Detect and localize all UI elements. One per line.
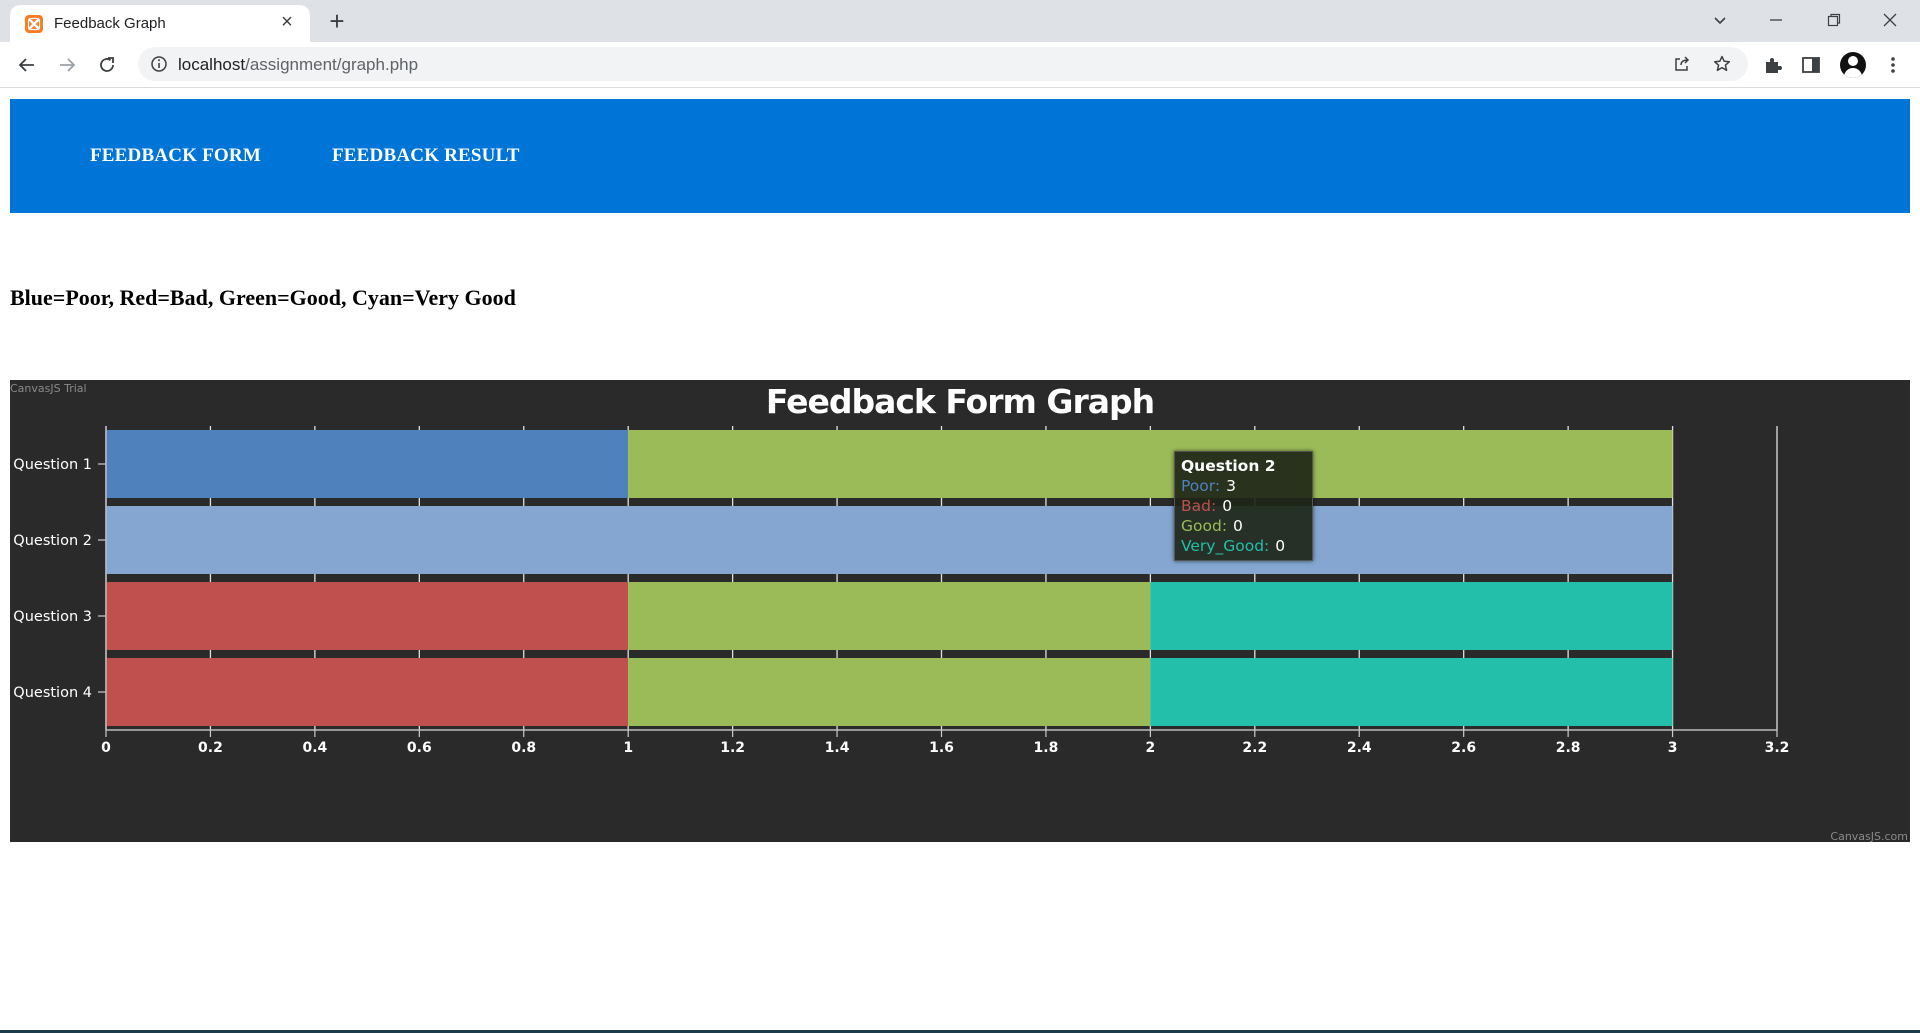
x-tick-label: 2.4 — [1347, 740, 1372, 756]
x-tick-label: 2.6 — [1451, 740, 1476, 756]
close-window-icon[interactable] — [1862, 0, 1918, 40]
bar-segment — [628, 430, 1673, 498]
site-info-icon[interactable] — [150, 55, 168, 73]
tooltip-row-value: 3 — [1226, 477, 1236, 495]
bar-segment — [106, 582, 629, 650]
site-navbar: FEEDBACK FORM FEEDBACK RESULT — [10, 99, 1910, 213]
chart-bars — [106, 430, 1673, 726]
tab-title: Feedback Graph — [54, 15, 166, 32]
tooltip-title: Question 2 — [1181, 457, 1276, 475]
side-panel-icon[interactable] — [1800, 54, 1822, 76]
tooltip-row: Very_Good: 0 — [1181, 536, 1306, 556]
bar-segment — [106, 658, 629, 726]
chart-credit: CanvasJS.com — [1830, 830, 1908, 842]
browser-tab[interactable]: Feedback Graph × — [10, 5, 310, 42]
tab-search-icon[interactable] — [1692, 0, 1748, 40]
url-text: localhost/assignment/graph.php — [178, 55, 418, 75]
new-tab-icon[interactable]: + — [322, 7, 352, 37]
bar-segment — [628, 582, 1151, 650]
chart-tooltip: Question 2 Poor: 3 Bad: 0 Good: 0 Very_Good: 0 — [1174, 451, 1313, 561]
x-tick-label: 1.6 — [929, 740, 954, 756]
feedback-chart[interactable]: CanvasJS Trial Feedback Form Graph Quest… — [10, 380, 1910, 842]
chart-watermark: CanvasJS Trial — [10, 382, 87, 395]
x-tick-label: 2 — [1146, 740, 1156, 756]
category-label: Question 4 — [13, 685, 92, 701]
share-icon[interactable] — [1672, 54, 1692, 74]
bar-segment — [106, 506, 1673, 574]
tooltip-row-label: Very_Good: — [1181, 537, 1270, 555]
tooltip-row-value: 0 — [1233, 517, 1243, 535]
tooltip-row-label: Good: — [1181, 517, 1228, 535]
tooltip-row-value: 0 — [1275, 537, 1286, 555]
chart-canvas: CanvasJS Trial Feedback Form Graph Quest… — [10, 382, 1908, 842]
category-label: Question 1 — [13, 457, 92, 473]
more-menu-icon[interactable] — [1882, 54, 1904, 76]
tab-close-icon[interactable]: × — [276, 11, 298, 33]
minimize-icon[interactable] — [1748, 0, 1804, 40]
x-tick-label: 2.8 — [1556, 740, 1581, 756]
url-path: /assignment/graph.php — [245, 55, 419, 74]
x-tick-label: 0.2 — [198, 740, 223, 756]
bar-segment — [1150, 658, 1673, 726]
x-tick-label: 1 — [623, 740, 633, 756]
forward-arrow-icon[interactable] — [52, 50, 82, 80]
nav-link-feedback-result[interactable]: FEEDBACK RESULT — [332, 145, 520, 167]
x-tick-label: 3.2 — [1765, 740, 1790, 756]
browser-toolbar: localhost/assignment/graph.php — [0, 42, 1920, 88]
back-arrow-icon[interactable] — [12, 50, 42, 80]
bar-segment — [106, 430, 629, 498]
bar-segment — [1150, 582, 1673, 650]
category-label: Question 2 — [13, 533, 92, 549]
x-tick-label: 1.2 — [720, 740, 745, 756]
reload-icon[interactable] — [92, 50, 122, 80]
profile-avatar[interactable] — [1840, 52, 1866, 78]
bar-segment — [628, 658, 1151, 726]
category-label: Question 3 — [13, 609, 92, 625]
tooltip-row: Good: 0 — [1181, 516, 1306, 536]
page-viewport: FEEDBACK FORM FEEDBACK RESULT Blue=Poor,… — [0, 88, 1920, 1033]
x-tick-label: 1.8 — [1034, 740, 1059, 756]
tooltip-row: Bad: 0 — [1181, 496, 1306, 516]
x-tick-label: 2.2 — [1242, 740, 1267, 756]
address-bar[interactable]: localhost/assignment/graph.php — [138, 47, 1748, 81]
restore-icon[interactable] — [1806, 0, 1862, 40]
extensions-puzzle-icon[interactable] — [1762, 54, 1784, 76]
nav-link-feedback-form[interactable]: FEEDBACK FORM — [90, 145, 261, 167]
color-legend-note: Blue=Poor, Red=Bad, Green=Good, Cyan=Ver… — [10, 285, 516, 310]
xampp-favicon-icon — [25, 15, 43, 33]
tooltip-rows: Poor: 3 Bad: 0 Good: 0 Very_Good: 0 — [1181, 476, 1306, 556]
bookmark-star-icon[interactable] — [1712, 54, 1732, 74]
chart-title: Feedback Form Graph — [766, 382, 1154, 421]
tooltip-row-label: Bad: — [1181, 497, 1217, 515]
tooltip-row: Poor: 3 — [1181, 476, 1306, 496]
tooltip-row-value: 0 — [1222, 497, 1233, 515]
url-host: localhost — [178, 55, 246, 74]
x-tick-label: 0.4 — [302, 740, 327, 756]
x-tick-label: 0.8 — [511, 740, 536, 756]
tooltip-row-label: Poor: — [1181, 477, 1221, 495]
x-tick-label: 3 — [1668, 740, 1678, 756]
browser-tabstrip: Feedback Graph × + — [0, 0, 1920, 42]
x-tick-label: 0 — [101, 740, 111, 756]
x-tick-label: 0.6 — [407, 740, 432, 756]
x-tick-label: 1.4 — [825, 740, 850, 756]
